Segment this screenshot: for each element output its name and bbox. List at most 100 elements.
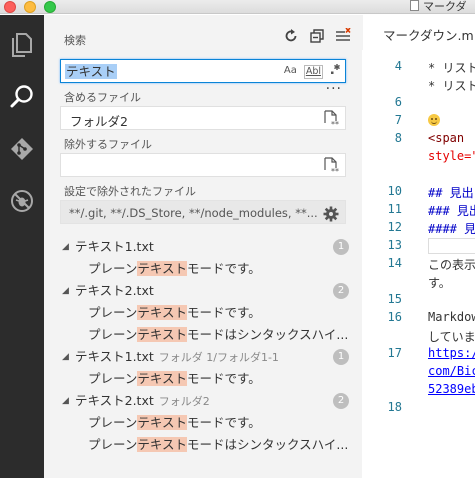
line-number: 6 <box>394 95 402 109</box>
line-number: 11 <box>387 202 402 216</box>
include-files-input[interactable]: フォルダ2 ** <box>60 106 346 130</box>
expand-arrow-icon[interactable]: ◢ <box>62 236 69 258</box>
match-pre: プレーン <box>88 327 138 342</box>
result-match-row[interactable]: プレーンテキストモードはシンタックスハイ... <box>44 434 362 456</box>
include-files-value: フォルダ2 <box>70 114 128 129</box>
match-count-badge: 1 <box>333 349 349 365</box>
match-highlight: テキスト <box>137 437 188 452</box>
result-match-row[interactable]: プレーンテキストモードです。 <box>44 302 362 324</box>
use-exclude-settings-icon[interactable]: ** <box>323 110 339 128</box>
match-post: モードはシンタックスハイ... <box>187 327 349 342</box>
code-link[interactable]: https:/ <box>428 346 475 360</box>
line-number: 18 <box>387 400 402 414</box>
sidebar-actions <box>282 26 352 46</box>
line-number: 12 <box>387 220 402 234</box>
collapse-all-icon <box>310 29 324 43</box>
result-match-row[interactable]: プレーンテキストモードです。 <box>44 412 362 434</box>
window-title-text: マークダ <box>423 0 467 13</box>
match-text: プレーンテキストモードです。 <box>88 302 261 324</box>
code-line: この表示 <box>428 258 475 272</box>
editor-tab-label: マークダウン.m <box>383 28 474 43</box>
activity-debug[interactable] <box>0 179 44 223</box>
line-number: 10 <box>387 184 402 198</box>
match-post: モードはシンタックスハイ... <box>187 437 349 452</box>
code-line: * リスト <box>428 79 475 93</box>
whole-word-toggle[interactable]: Abl <box>303 64 323 79</box>
editor-tab-bar: マークダウン.m <box>362 15 475 50</box>
minimize-window-button[interactable] <box>24 1 36 13</box>
exclude-files-label: 除外するファイル <box>64 138 152 151</box>
window-title: マークダ <box>410 0 467 14</box>
result-match-row[interactable]: プレーンテキストモードです。 <box>44 368 362 390</box>
line-number: 17 <box>387 346 402 360</box>
code-link[interactable]: 52389eb <box>428 382 475 396</box>
clear-results-button[interactable] <box>334 26 352 46</box>
activity-explorer[interactable] <box>0 23 44 67</box>
result-file-row[interactable]: ◢ テキスト1.txt フォルダ 1/フォルダ1-1 1 <box>44 346 362 368</box>
code-line: style=" <box>428 149 475 163</box>
expand-arrow-icon[interactable]: ◢ <box>62 280 69 302</box>
close-window-button[interactable] <box>4 1 16 13</box>
search-options: Aa Abl <box>284 63 341 79</box>
activity-bar <box>0 15 44 478</box>
match-highlight: テキスト <box>137 327 188 342</box>
collapse-all-button[interactable] <box>308 26 326 46</box>
expand-arrow-icon[interactable]: ◢ <box>62 346 69 368</box>
toggle-search-details-button[interactable]: ··· <box>326 82 342 96</box>
match-pre: プレーン <box>88 261 138 276</box>
debug-icon <box>11 190 33 212</box>
match-case-toggle[interactable]: Aa <box>284 63 297 79</box>
match-text: プレーンテキストモードです。 <box>88 412 261 434</box>
code-editor[interactable]: 4 * リスト * リスト 6 7 8 <span style=" 10 ## … <box>362 50 475 478</box>
exclude-files-input[interactable]: ** <box>60 153 346 177</box>
code-line: #### 見 <box>428 222 475 236</box>
refresh-icon <box>285 29 297 42</box>
code-line: * リスト <box>428 61 475 75</box>
expand-arrow-icon[interactable]: ◢ <box>62 390 69 412</box>
line-number: 14 <box>387 256 402 270</box>
gear-icon[interactable] <box>323 205 339 223</box>
result-match-row[interactable]: プレーンテキストモードはシンタックスハイ... <box>44 324 362 346</box>
line-number: 8 <box>394 131 402 145</box>
match-highlight: テキスト <box>137 261 188 276</box>
match-post: モードです。 <box>187 305 261 320</box>
result-file: テキスト1.txt <box>75 236 159 259</box>
code-line: ## 見出 <box>428 186 474 200</box>
regex-toggle[interactable] <box>330 63 341 79</box>
line-number: 7 <box>394 113 402 127</box>
result-file-name: テキスト2.txt <box>75 393 154 408</box>
settings-excluded-label: 設定で除外されたファイル <box>64 185 196 198</box>
code-link[interactable]: com/Bic <box>428 364 475 378</box>
match-post: モードです。 <box>187 371 261 386</box>
match-pre: プレーン <box>88 415 138 430</box>
result-file-path: フォルダ 1/フォルダ1-1 <box>158 351 279 364</box>
title-bar: マークダ <box>0 0 475 14</box>
zoom-window-button[interactable] <box>44 1 56 13</box>
match-text: プレーンテキストモードです。 <box>88 368 261 390</box>
activity-search[interactable] <box>0 75 44 119</box>
editor-tab[interactable]: マークダウン.m <box>362 15 475 50</box>
settings-excluded-files: **/.git, **/.DS_Store, **/node_modules, … <box>60 200 346 224</box>
result-file-row[interactable]: ◢ テキスト2.txt 2 <box>44 280 362 302</box>
result-file: テキスト2.txt <box>75 280 159 303</box>
match-post: モードです。 <box>187 415 261 430</box>
exclude-settings-icon[interactable]: ** <box>323 157 339 175</box>
files-icon <box>12 33 32 57</box>
result-file-row[interactable]: ◢ テキスト2.txt フォルダ2 2 <box>44 390 362 412</box>
code-line: <span <box>428 131 465 145</box>
match-text: プレーンテキストモードはシンタックスハイ... <box>88 324 348 346</box>
match-count-badge: 2 <box>333 393 349 409</box>
search-input[interactable]: テキスト Aa Abl <box>60 59 346 83</box>
result-file-name: テキスト1.txt <box>75 239 154 254</box>
result-match-row[interactable]: プレーンテキストモードです。 <box>44 258 362 280</box>
result-file: テキスト1.txt フォルダ 1/フォルダ1-1 <box>75 346 279 369</box>
match-count-badge: 1 <box>333 239 349 255</box>
git-icon <box>11 138 33 160</box>
line-number: 13 <box>387 238 402 252</box>
sidebar-title: 検索 <box>64 34 86 47</box>
refresh-button[interactable] <box>282 26 300 46</box>
activity-git[interactable] <box>0 127 44 171</box>
match-text: プレーンテキストモードはシンタックスハイ... <box>88 434 348 456</box>
document-icon <box>410 0 419 11</box>
result-file-row[interactable]: ◢ テキスト1.txt 1 <box>44 236 362 258</box>
